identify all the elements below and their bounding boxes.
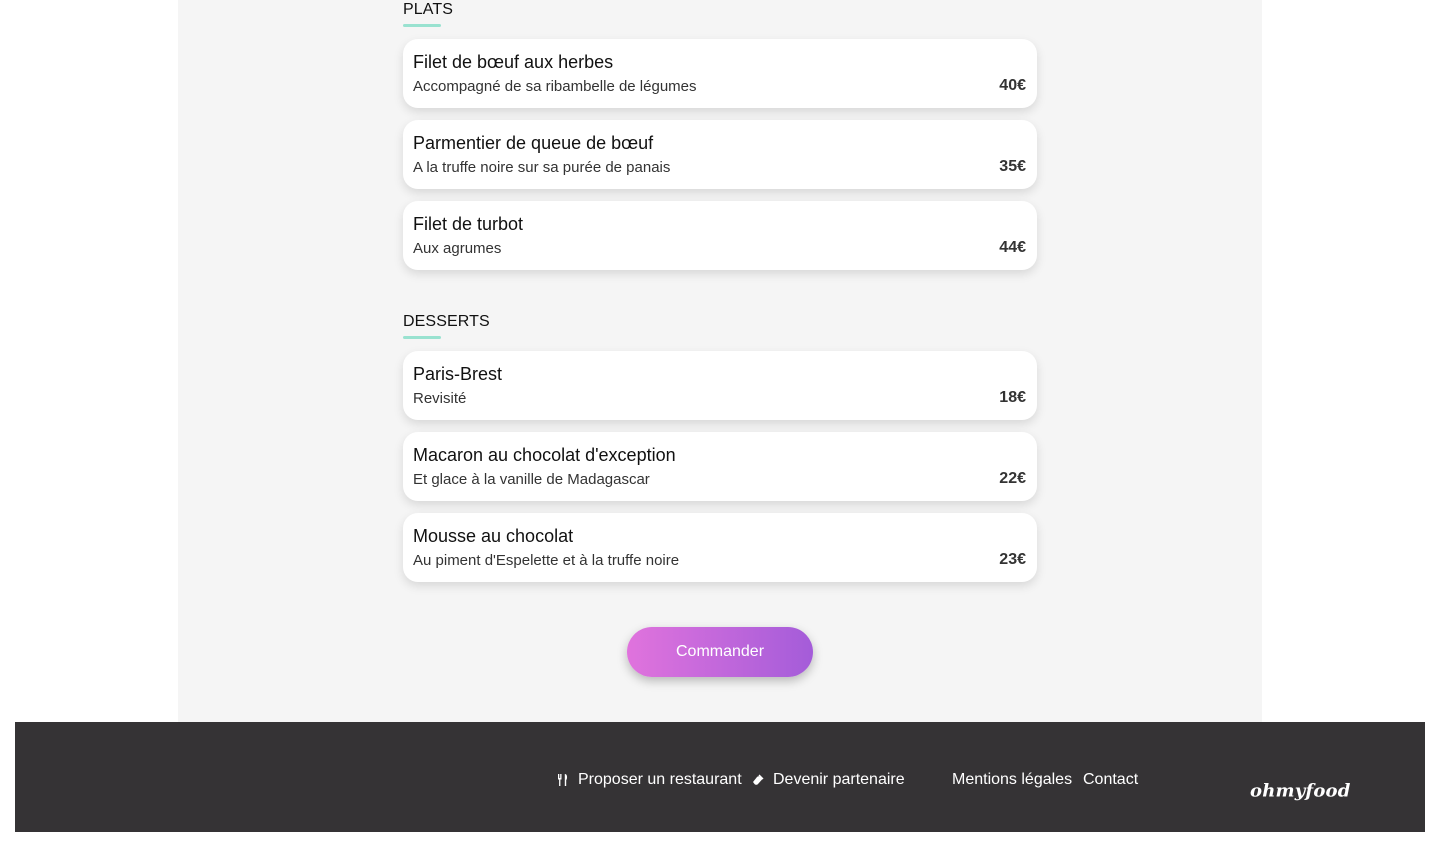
dish-name: Paris-Brest [413,364,503,384]
dish-description: Et glace à la vanille de Madagascar [413,471,650,488]
section-title-desserts: DESSERTS [403,313,490,330]
utensils-icon [556,773,570,787]
dish-price: 23€ [999,551,1026,568]
dish-price: 22€ [999,470,1026,487]
dish-name: Mousse au chocolat [413,526,574,546]
dish-price: 40€ [999,77,1026,94]
dish-name: Parmentier de queue de bœuf [413,133,654,153]
dish-price: 18€ [999,389,1026,406]
dish-description: Accompagné de sa ribambelle de légumes [413,78,697,95]
footer-contact-link[interactable]: Contact [1083,771,1138,789]
footer-legal-mentions-link[interactable]: Mentions légales [952,771,1072,789]
dish-name: Filet de bœuf aux herbes [413,52,614,72]
dish-description: Aux agrumes [413,240,502,257]
menu-card-plats-3[interactable]: Filet de turbot Aux agrumes 44€ [403,201,1037,270]
menu-page: PLATS Filet de bœuf aux herbes Accompagn… [0,0,1442,842]
dish-description: Revisité [413,390,467,407]
dish-description: Au piment d'Espelette et à la truffe noi… [413,552,680,569]
dish-price: 44€ [999,239,1026,256]
footer-become-partner-label: Devenir partenaire [773,771,905,788]
menu-card-desserts-2[interactable]: Macaron au chocolat d'exception Et glace… [403,432,1037,501]
dish-description: A la truffe noire sur sa purée de panais [413,159,671,176]
handshake-icon [751,773,765,787]
menu-card-plats-1[interactable]: Filet de bœuf aux herbes Accompagné de s… [403,39,1037,108]
section-underline-plats [403,24,441,27]
section-underline-desserts [403,336,441,339]
menu-card-desserts-1[interactable]: Paris-Brest Revisité 18€ [403,351,1037,420]
dish-name: Macaron au chocolat d'exception [413,445,676,465]
dish-price: 35€ [999,158,1026,175]
order-button[interactable]: Commander [627,627,813,677]
footer-propose-restaurant-label: Proposer un restaurant [578,771,742,788]
dish-name: Filet de turbot [413,214,524,234]
footer-propose-restaurant-link[interactable]: Proposer un restaurant [556,771,742,789]
ohmyfood-logo[interactable]: ohmyfood [1250,781,1351,802]
menu-card-plats-2[interactable]: Parmentier de queue de bœuf A la truffe … [403,120,1037,189]
footer: Proposer un restaurant Devenir partenair… [15,722,1425,832]
footer-become-partner-link[interactable]: Devenir partenaire [751,771,905,789]
section-title-plats: PLATS [403,1,453,18]
menu-card-desserts-3[interactable]: Mousse au chocolat Au piment d'Espelette… [403,513,1037,582]
